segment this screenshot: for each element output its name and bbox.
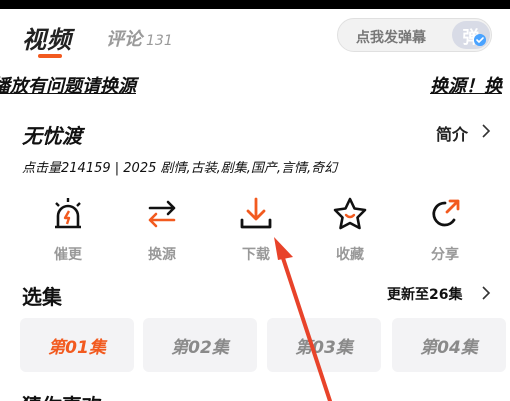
action-share[interactable]: 分享 [415, 196, 475, 264]
action-label: 分享 [431, 247, 459, 263]
chevron-right-icon[interactable] [480, 286, 492, 300]
danmaku-input[interactable]: 点我发弹幕 弹 [337, 18, 492, 52]
episode-button[interactable]: 第03集 [267, 318, 381, 372]
action-urge-update[interactable]: 催更 [38, 196, 98, 264]
chevron-right-icon[interactable] [479, 124, 493, 138]
notice-text[interactable]: 播放有问题请换源 [0, 72, 136, 98]
danmaku-toggle-button[interactable]: 弹 [452, 21, 490, 49]
status-bar [0, 0, 510, 9]
tab-comments-label: 评论 [106, 29, 142, 50]
episodes-update-link[interactable]: 更新至26集 [387, 284, 462, 304]
recommend-title: 猜你喜欢 [22, 390, 102, 401]
action-label: 收藏 [336, 247, 364, 263]
download-icon [240, 197, 272, 229]
action-switch-source[interactable]: 换源 [132, 196, 192, 264]
tab-comments[interactable]: 评论 131 [106, 25, 173, 51]
episodes-title: 选集 [22, 285, 62, 309]
share-icon [432, 199, 460, 227]
swap-arrows-icon [148, 200, 176, 228]
star-icon [333, 197, 367, 230]
action-label: 催更 [54, 247, 82, 263]
action-label: 换源 [148, 247, 176, 263]
tab-active-indicator [38, 54, 62, 58]
action-label: 下载 [242, 247, 270, 263]
danmaku-placeholder: 点我发弹幕 [356, 30, 426, 46]
show-title: 无忧渡 [22, 124, 82, 148]
comments-count: 131 [146, 33, 173, 49]
alarm-light-icon [55, 198, 81, 229]
episode-button[interactable]: 第04集 [392, 318, 506, 372]
show-meta: 点击量214159 | 2025 剧情,古装,剧集,国产,言情,奇幻 [22, 161, 338, 176]
episode-button[interactable]: 第02集 [143, 318, 257, 372]
tab-video[interactable]: 视频 [22, 20, 72, 55]
episode-button[interactable]: 第01集 [20, 318, 134, 372]
notice-text-repeat[interactable]: 换源！换 [430, 72, 502, 98]
action-download[interactable]: 下载 [226, 196, 286, 264]
action-favorite[interactable]: 收藏 [320, 196, 380, 264]
check-icon [474, 34, 486, 46]
intro-link[interactable]: 简介 [436, 121, 468, 145]
